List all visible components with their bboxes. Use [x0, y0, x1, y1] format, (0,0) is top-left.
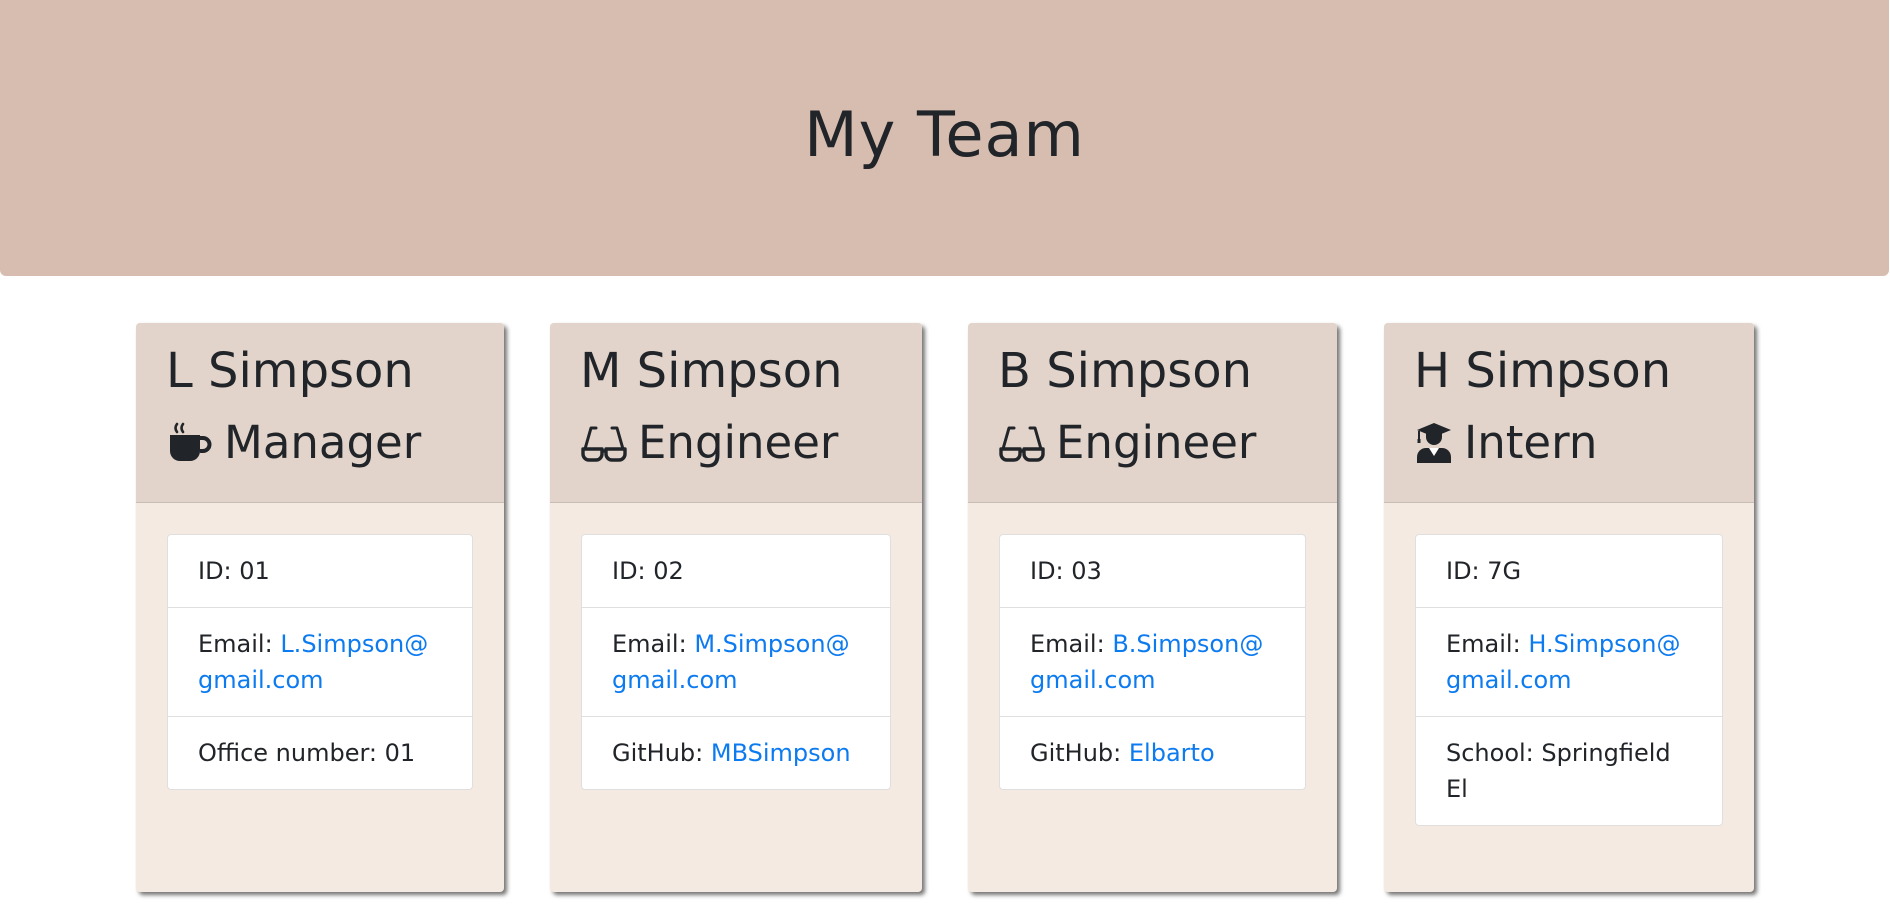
card-header: B Simpson Engineer [968, 323, 1337, 503]
employee-role: Engineer [580, 413, 922, 473]
role-label: Engineer [1056, 416, 1257, 469]
employee-id: ID: 7G [1416, 535, 1722, 608]
github-label: GitHub: [612, 739, 711, 767]
employee-name: L Simpson [166, 343, 414, 399]
employee-card-intern: H Simpson Intern ID: 7G Email: H.Simpson… [1384, 323, 1754, 892]
page-header: My Team [0, 0, 1889, 276]
card-header: L Simpson Manager [136, 323, 504, 503]
employee-id: ID: 02 [582, 535, 890, 608]
employee-card-engineer: M Simpson Engineer ID: 02 Email: M.Simps… [550, 323, 922, 892]
employee-email-row: Email: L.Simpson@gmail.com [168, 608, 472, 717]
employee-email-row: Email: H.Simpson@gmail.com [1416, 608, 1722, 717]
page-title: My Team [804, 97, 1085, 171]
github-link[interactable]: Elbarto [1129, 739, 1215, 767]
role-label: Intern [1464, 416, 1598, 469]
email-label: Email: [612, 630, 695, 658]
github-row: GitHub: MBSimpson [582, 717, 890, 789]
employee-email-row: Email: B.Simpson@gmail.com [1000, 608, 1305, 717]
employee-details: ID: 02 Email: M.Simpson@gmail.com GitHub… [581, 534, 891, 790]
employee-role: Intern [1414, 413, 1754, 473]
graduate-icon [1414, 421, 1454, 465]
employee-role: Manager [166, 413, 504, 473]
role-label: Manager [224, 416, 422, 469]
employee-name: M Simpson [580, 343, 843, 399]
github-label: GitHub: [1030, 739, 1129, 767]
employee-role: Engineer [998, 413, 1337, 473]
employee-name: B Simpson [998, 343, 1253, 399]
school-row: School: Springfield El [1446, 739, 1671, 803]
employee-card-manager: L Simpson Manager ID: 01 Email: L.Simpso… [136, 323, 504, 892]
employee-details: ID: 01 Email: L.Simpson@gmail.com Office… [167, 534, 473, 790]
role-label: Engineer [638, 416, 839, 469]
employee-id: ID: 03 [1000, 535, 1305, 608]
office-number: Office number: 01 [198, 739, 416, 767]
github-link[interactable]: MBSimpson [711, 739, 851, 767]
email-label: Email: [198, 630, 281, 658]
employee-email-row: Email: M.Simpson@gmail.com [582, 608, 890, 717]
employee-details: ID: 7G Email: H.Simpson@gmail.com School… [1415, 534, 1723, 826]
coffee-icon [166, 421, 214, 465]
github-row: GitHub: Elbarto [1000, 717, 1305, 789]
glasses-icon [580, 421, 628, 465]
email-label: Email: [1446, 630, 1529, 658]
employee-name: H Simpson [1414, 343, 1672, 399]
employee-card-engineer: B Simpson Engineer ID: 03 Email: B.Simps… [968, 323, 1337, 892]
employee-details: ID: 03 Email: B.Simpson@gmail.com GitHub… [999, 534, 1306, 790]
card-header: M Simpson Engineer [550, 323, 922, 503]
email-label: Email: [1030, 630, 1113, 658]
employee-id: ID: 01 [168, 535, 472, 608]
card-header: H Simpson Intern [1384, 323, 1754, 503]
glasses-icon [998, 421, 1046, 465]
